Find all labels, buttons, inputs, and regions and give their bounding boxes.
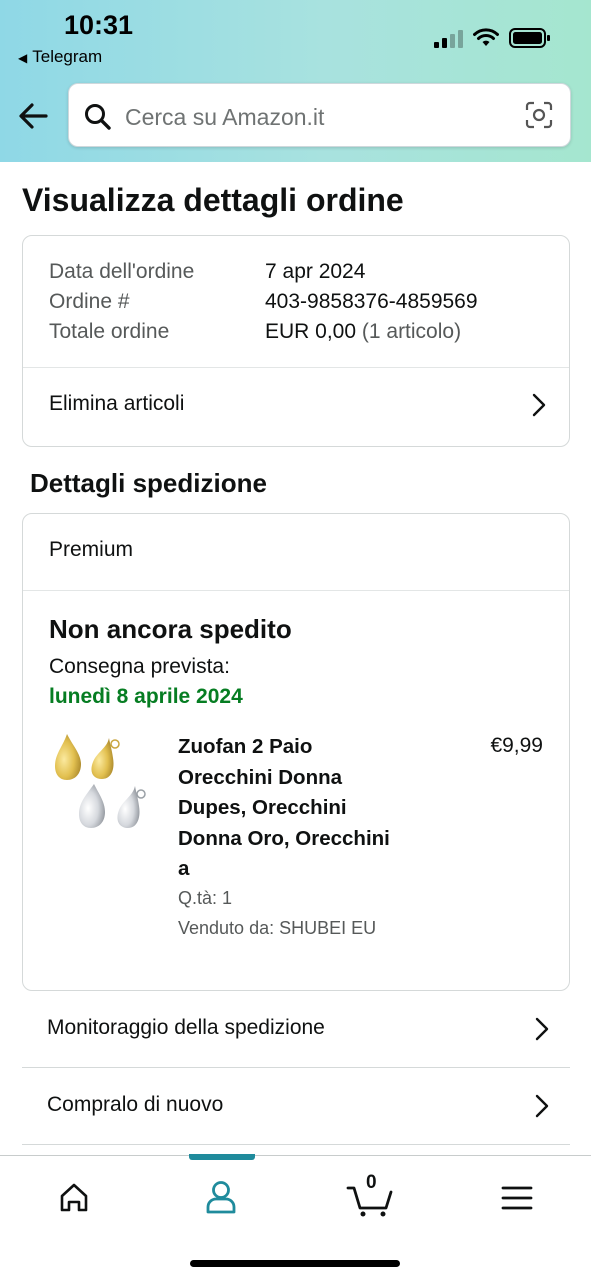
product-title-link[interactable]: Zuofan 2 Paio Orecchini Donna Dupes, Ore… [178,732,418,885]
order-number-label: Ordine # [49,290,130,313]
status-time: 10:31 [64,10,134,40]
product-image[interactable] [53,732,157,836]
shipment-status: Non ancora spedito [49,614,292,644]
order-date-label: Data dell'ordine [49,260,195,283]
search-placeholder: Cerca su Amazon.it [125,104,325,130]
order-total-label: Totale ordine [49,320,170,343]
bottom-tab-bar: 0 [0,1154,591,1280]
wifi-icon [473,28,499,46]
order-total-value: EUR 0,00 (1 articolo) [265,320,461,344]
back-to-app-link[interactable]: ◀ Telegram [18,47,102,67]
back-triangle-icon: ◀ [18,51,28,65]
order-total-amount: EUR 0,00 [265,320,357,343]
product-price: €9,99 [490,734,543,757]
menu-icon[interactable] [487,1174,547,1218]
cart-count-badge: 0 [366,1172,377,1193]
product-seller: Venduto da: SHUBEI EU [178,918,377,938]
order-date-value: 7 apr 2024 [265,260,366,283]
delivery-date: lunedì 8 aprile 2024 [49,685,243,708]
battery-icon [509,28,550,48]
home-icon[interactable] [44,1174,104,1218]
page-title: Visualizza dettagli ordine [22,182,404,218]
account-icon[interactable] [191,1174,251,1218]
back-app-label: Telegram [32,47,103,66]
track-shipment-label: Monitoraggio della spedizione [47,1016,325,1039]
search-input[interactable]: Cerca su Amazon.it [68,83,571,147]
order-number-value: 403-9858376-4859569 [265,290,478,313]
app-header: 10:31 ◀ Telegram Cerca su Amazon.it [0,0,591,162]
shipment-card: Premium Non ancora spedito Consegna prev… [22,513,570,991]
track-shipment-row[interactable]: Monitoraggio della spedizione [22,992,570,1068]
buy-again-label: Compralo di nuovo [47,1093,224,1116]
search-icon [85,104,111,130]
status-icons [434,28,551,48]
active-tab-indicator [189,1154,255,1160]
home-indicator[interactable] [190,1260,400,1267]
chevron-right-icon [535,1017,549,1041]
chevron-right-icon [535,1094,549,1118]
buy-again-row[interactable]: Compralo di nuovo [22,1069,570,1145]
delivery-label: Consegna prevista: [49,655,230,678]
divider [23,367,569,368]
delete-items-label: Elimina articoli [49,392,185,415]
shipment-section-title: Dettagli spedizione [30,468,267,498]
order-total-items: (1 articolo) [356,320,462,343]
product-quantity: Q.tà: 1 [178,888,233,908]
shipping-tier: Premium [49,538,134,561]
order-summary-card: Data dell'ordine 7 apr 2024 Ordine # 403… [22,235,570,447]
cart-button[interactable]: 0 [342,1172,402,1218]
divider [23,590,569,591]
delete-items-link[interactable]: Elimina articoli [49,392,549,420]
camera-scan-icon[interactable] [524,100,554,130]
cellular-signal-icon [434,28,463,48]
chevron-right-icon [532,393,546,417]
back-arrow-icon[interactable] [14,96,54,136]
